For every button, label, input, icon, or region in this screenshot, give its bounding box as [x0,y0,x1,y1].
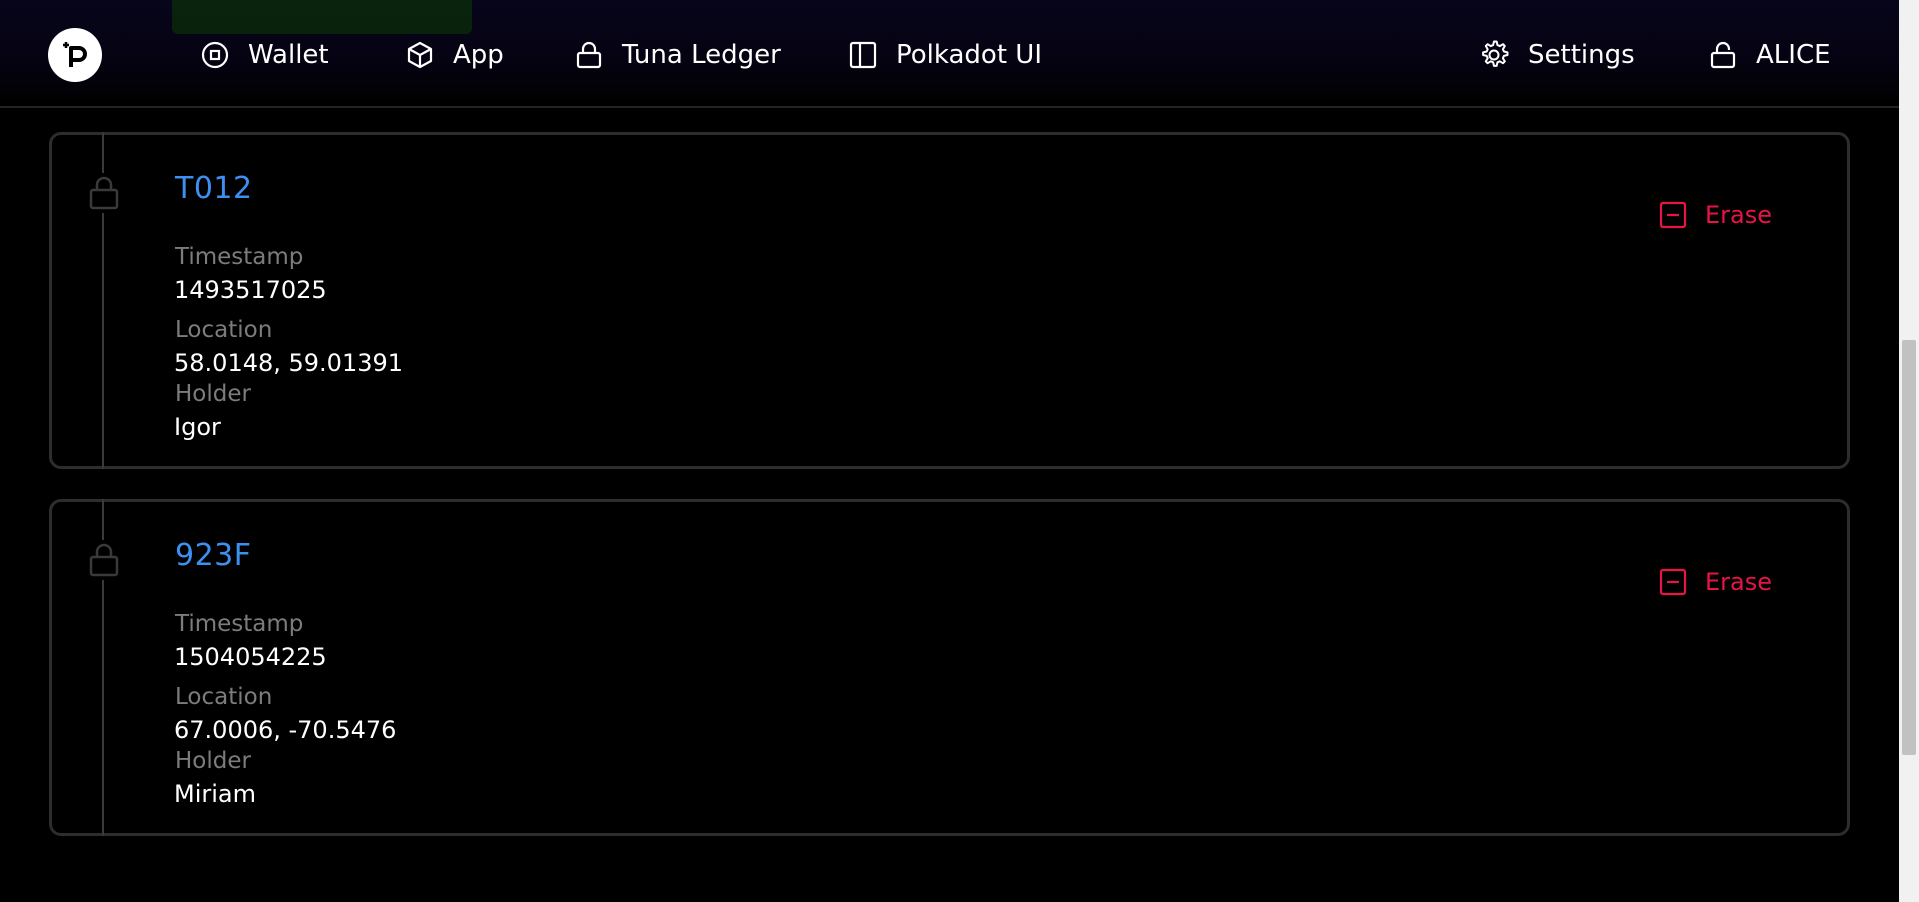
location-label: Location [175,684,273,710]
nav-tuna-ledger[interactable]: Tuna Ledger [574,30,781,80]
nav-tuna-ledger-label: Tuna Ledger [622,40,781,70]
minus-square-icon [1659,201,1687,229]
timestamp-value: 1493517025 [174,276,327,304]
nav-account-label: ALICE [1756,40,1831,70]
holder-label: Holder [175,381,251,407]
record-card: 923F Timestamp 1504054225 Location 67.00… [49,499,1850,836]
nav-polkadot-ui[interactable]: Polkadot UI [848,30,1042,80]
lock-icon [89,176,119,210]
scrollbar-thumb[interactable] [1902,340,1916,755]
erase-button[interactable]: Erase [1659,568,1772,596]
wallet-icon [201,41,229,69]
top-navigation: Wallet App Tuna Ledger Polkadot UI Setti… [0,0,1899,108]
record-card: T012 Timestamp 1493517025 Location 58.01… [49,132,1850,469]
timestamp-value: 1504054225 [174,643,327,671]
record-lock [87,173,121,213]
sidebar-panel-icon [849,41,877,69]
holder-value: Igor [174,413,221,441]
timestamp-label: Timestamp [175,244,304,270]
lock-icon [89,543,119,577]
nav-account[interactable]: ALICE [1708,30,1831,80]
gear-icon [1482,40,1509,67]
nav-polkadot-ui-label: Polkadot UI [896,40,1042,70]
page: Wallet App Tuna Ledger Polkadot UI Setti… [0,0,1919,902]
record-lock [87,540,121,580]
location-value: 58.0148, 59.01391 [174,349,404,377]
record-id: T012 [175,171,253,206]
polkadot-logo[interactable] [48,28,102,82]
logo-mark-icon [63,42,87,67]
erase-button-label: Erase [1705,568,1773,596]
cube-icon [407,41,433,69]
location-label: Location [175,317,273,343]
unlock-icon [1710,41,1736,69]
erase-button[interactable]: Erase [1659,201,1772,229]
nav-wallet[interactable]: Wallet [200,30,329,80]
nav-wallet-label: Wallet [248,40,329,70]
vertical-scrollbar[interactable] [1899,0,1919,902]
nav-app[interactable]: App [405,30,504,80]
partially-hidden-button[interactable] [172,0,472,34]
nav-settings-label: Settings [1528,40,1635,70]
minus-square-icon [1659,568,1687,596]
holder-value: Miriam [174,780,256,808]
location-value: 67.0006, -70.5476 [174,716,397,744]
timestamp-label: Timestamp [175,611,304,637]
record-id: 923F [175,538,252,573]
holder-label: Holder [175,748,251,774]
erase-button-label: Erase [1705,201,1773,229]
nav-app-label: App [453,40,504,70]
lock-icon [576,41,602,69]
nav-settings[interactable]: Settings [1478,30,1635,80]
